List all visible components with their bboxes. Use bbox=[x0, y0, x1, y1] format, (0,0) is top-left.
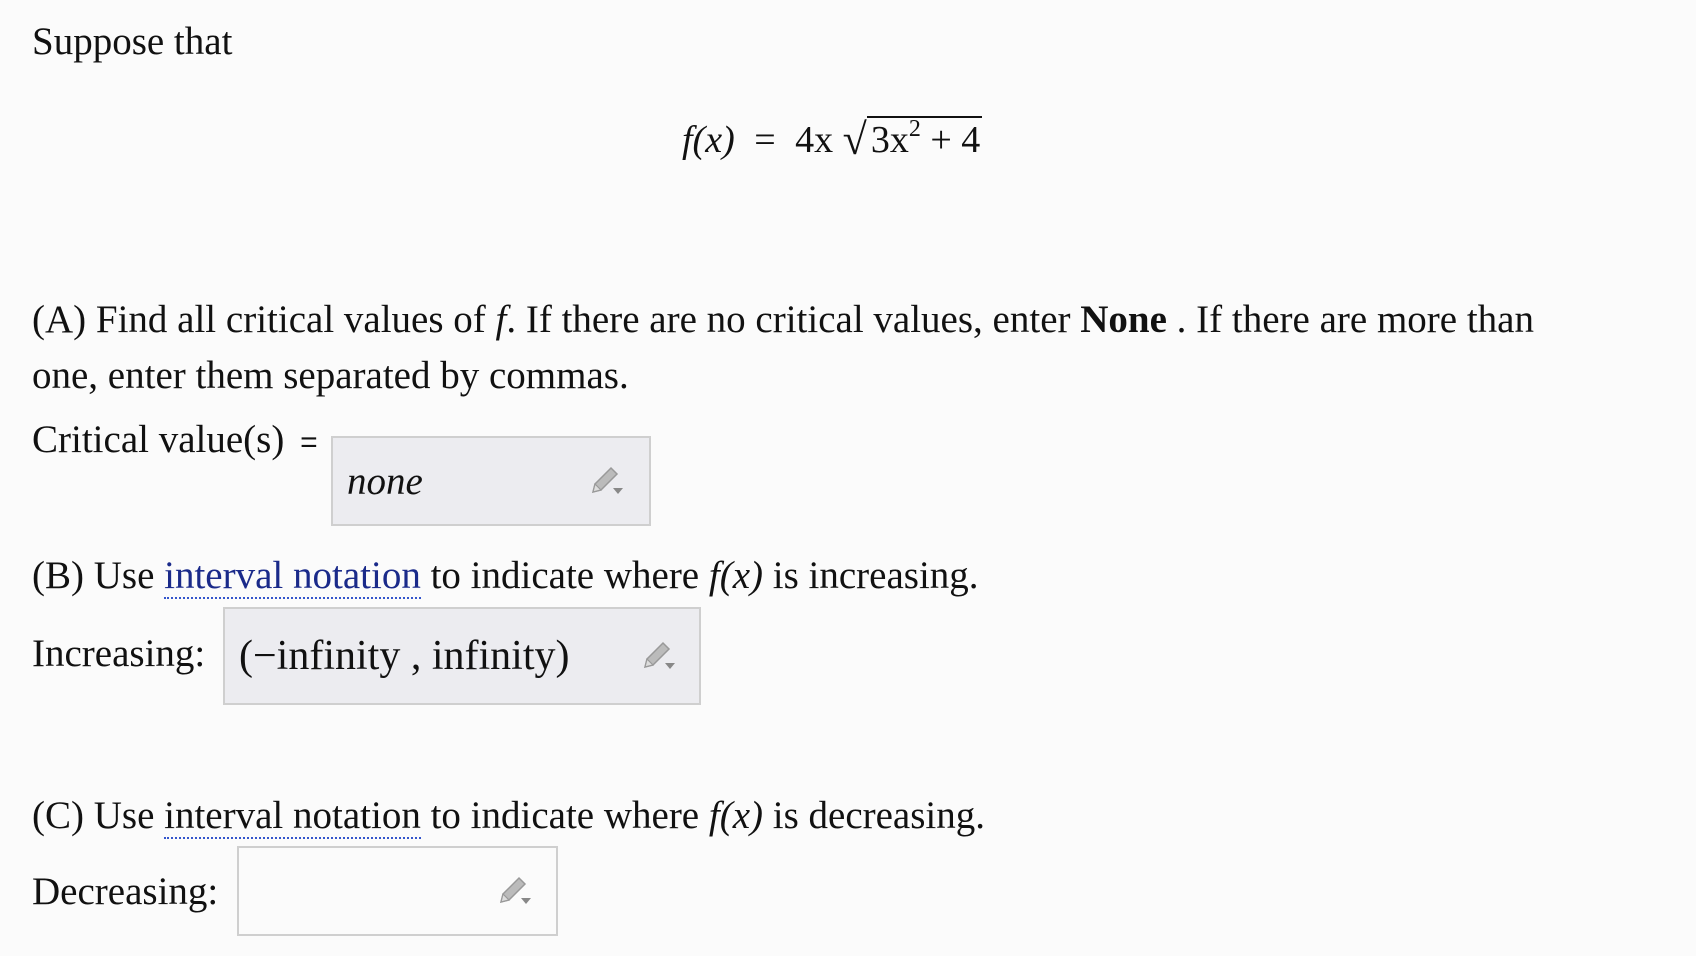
part-b-suffix: is increasing. bbox=[763, 554, 979, 597]
formula-coefficient: 4x bbox=[795, 119, 834, 161]
part-c-prefix: (C) Use bbox=[32, 794, 165, 837]
part-b-instructions: (B) Use interval notation to indicate wh… bbox=[32, 546, 979, 606]
decreasing-input[interactable] bbox=[237, 846, 558, 936]
radicand: 3x2 + 4 bbox=[866, 116, 983, 162]
part-a-middle: . If there are no critical values, enter bbox=[506, 298, 1081, 341]
radicand-rest: + 4 bbox=[930, 119, 981, 161]
part-b-fx: f(x) bbox=[708, 554, 763, 597]
pencil-icon[interactable] bbox=[587, 464, 627, 500]
part-c-instructions: (C) Use interval notation to indicate wh… bbox=[32, 786, 985, 846]
increasing-input[interactable]: (−infinity , infinity) bbox=[223, 607, 701, 705]
interval-notation-link-b[interactable]: interval notation bbox=[164, 554, 421, 599]
part-c-middle: to indicate where bbox=[420, 794, 709, 837]
formula-lhs: f(x) bbox=[682, 119, 735, 161]
part-a-suffix: . If there are more than bbox=[1166, 298, 1534, 341]
critical-values-input[interactable]: none bbox=[331, 436, 651, 526]
part-a-f: f bbox=[495, 298, 507, 341]
square-root: √ 3x2 + 4 bbox=[843, 108, 983, 170]
critical-values-value: none bbox=[347, 459, 423, 503]
critical-values-label-text: Critical value(s) bbox=[32, 418, 285, 461]
radicand-base: 3x bbox=[870, 119, 909, 161]
increasing-label: Increasing: bbox=[32, 632, 206, 675]
pencil-icon[interactable] bbox=[495, 874, 535, 910]
radical-sign-icon: √ bbox=[842, 115, 867, 164]
part-a-none-word: None bbox=[1080, 298, 1167, 341]
function-formula: f(x) = 4x √ 3x2 + 4 bbox=[682, 108, 983, 170]
formula-equals: = bbox=[754, 119, 776, 161]
decreasing-label: Decreasing: bbox=[32, 870, 219, 913]
critical-values-equals: = bbox=[300, 426, 318, 459]
intro-text: Suppose that bbox=[32, 20, 233, 63]
part-c-suffix: is decreasing. bbox=[763, 794, 986, 837]
part-a-instructions: (A) Find all critical values of f. If th… bbox=[32, 290, 1534, 350]
interval-notation-link-c[interactable]: interval notation bbox=[164, 794, 421, 839]
pencil-icon[interactable] bbox=[639, 639, 679, 675]
question-page: Suppose that f(x) = 4x √ 3x2 + 4 (A) Find… bbox=[0, 0, 1696, 956]
part-a-prefix: (A) Find all critical values of bbox=[32, 298, 496, 341]
radicand-exponent: 2 bbox=[908, 116, 921, 142]
part-a-instructions-line2: one, enter them separated by commas. bbox=[32, 354, 629, 397]
critical-values-label: Critical value(s) = bbox=[32, 410, 318, 473]
part-c-fx: f(x) bbox=[708, 794, 763, 837]
part-b-middle: to indicate where bbox=[420, 554, 709, 597]
increasing-value: (−infinity , infinity) bbox=[239, 633, 570, 679]
part-b-prefix: (B) Use bbox=[32, 554, 165, 597]
